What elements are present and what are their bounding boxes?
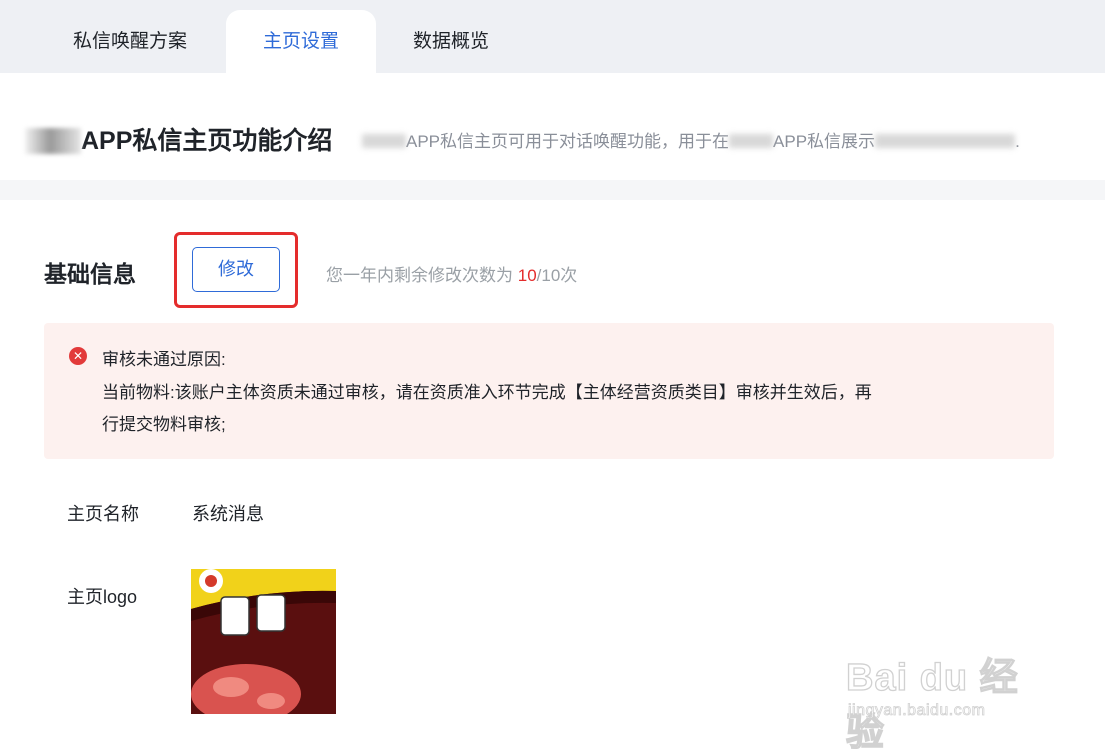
homepage-name-label: 主页名称 (67, 504, 139, 524)
intro-description: APP私信主页可用于对话唤醒功能，用于在 APP私信展示. (362, 127, 1020, 152)
redacted-text (729, 134, 774, 148)
tab-wake-plan[interactable]: 私信唤醒方案 (40, 10, 220, 73)
remaining-count: 10 (517, 266, 537, 285)
redacted-brand (25, 128, 81, 154)
redacted-text (875, 134, 1016, 148)
alert-message: 当前物料:该账户主体资质未通过审核，请在资质准入环节完成【主体经营资质类目】审核… (102, 383, 872, 434)
tab-bar: 私信唤醒方案 主页设置 数据概览 (0, 0, 1105, 73)
section-divider (0, 180, 1105, 200)
intro-banner: APP私信主页功能介绍 APP私信主页可用于对话唤醒功能，用于在 APP私信展示. (0, 73, 1105, 180)
redacted-text (362, 134, 406, 148)
intro-title: APP私信主页功能介绍 (25, 121, 332, 157)
tab-homepage-settings[interactable]: 主页设置 (226, 10, 376, 73)
homepage-name-value: 系统消息 (192, 504, 264, 524)
homepage-logo-label: 主页logo (67, 587, 138, 607)
tab-data-overview[interactable]: 数据概览 (376, 10, 526, 73)
edit-button[interactable]: 修改 (192, 247, 280, 292)
close-circle-icon: ✕ (69, 347, 87, 365)
remaining-edits-text: 您一年内剩余修改次数为 10/10次 (326, 266, 578, 285)
rejection-alert: ✕ 审核未通过原因: 当前物料:该账户主体资质未通过审核，请在资质准入环节完成【… (44, 323, 1054, 459)
homepage-logo-image (191, 569, 336, 714)
baidu-watermark: Bai du 经验 jingyan.baidu.com (845, 656, 1019, 754)
section-title: 基础信息 (44, 261, 136, 287)
alert-title: 审核未通过原因: (102, 350, 226, 369)
